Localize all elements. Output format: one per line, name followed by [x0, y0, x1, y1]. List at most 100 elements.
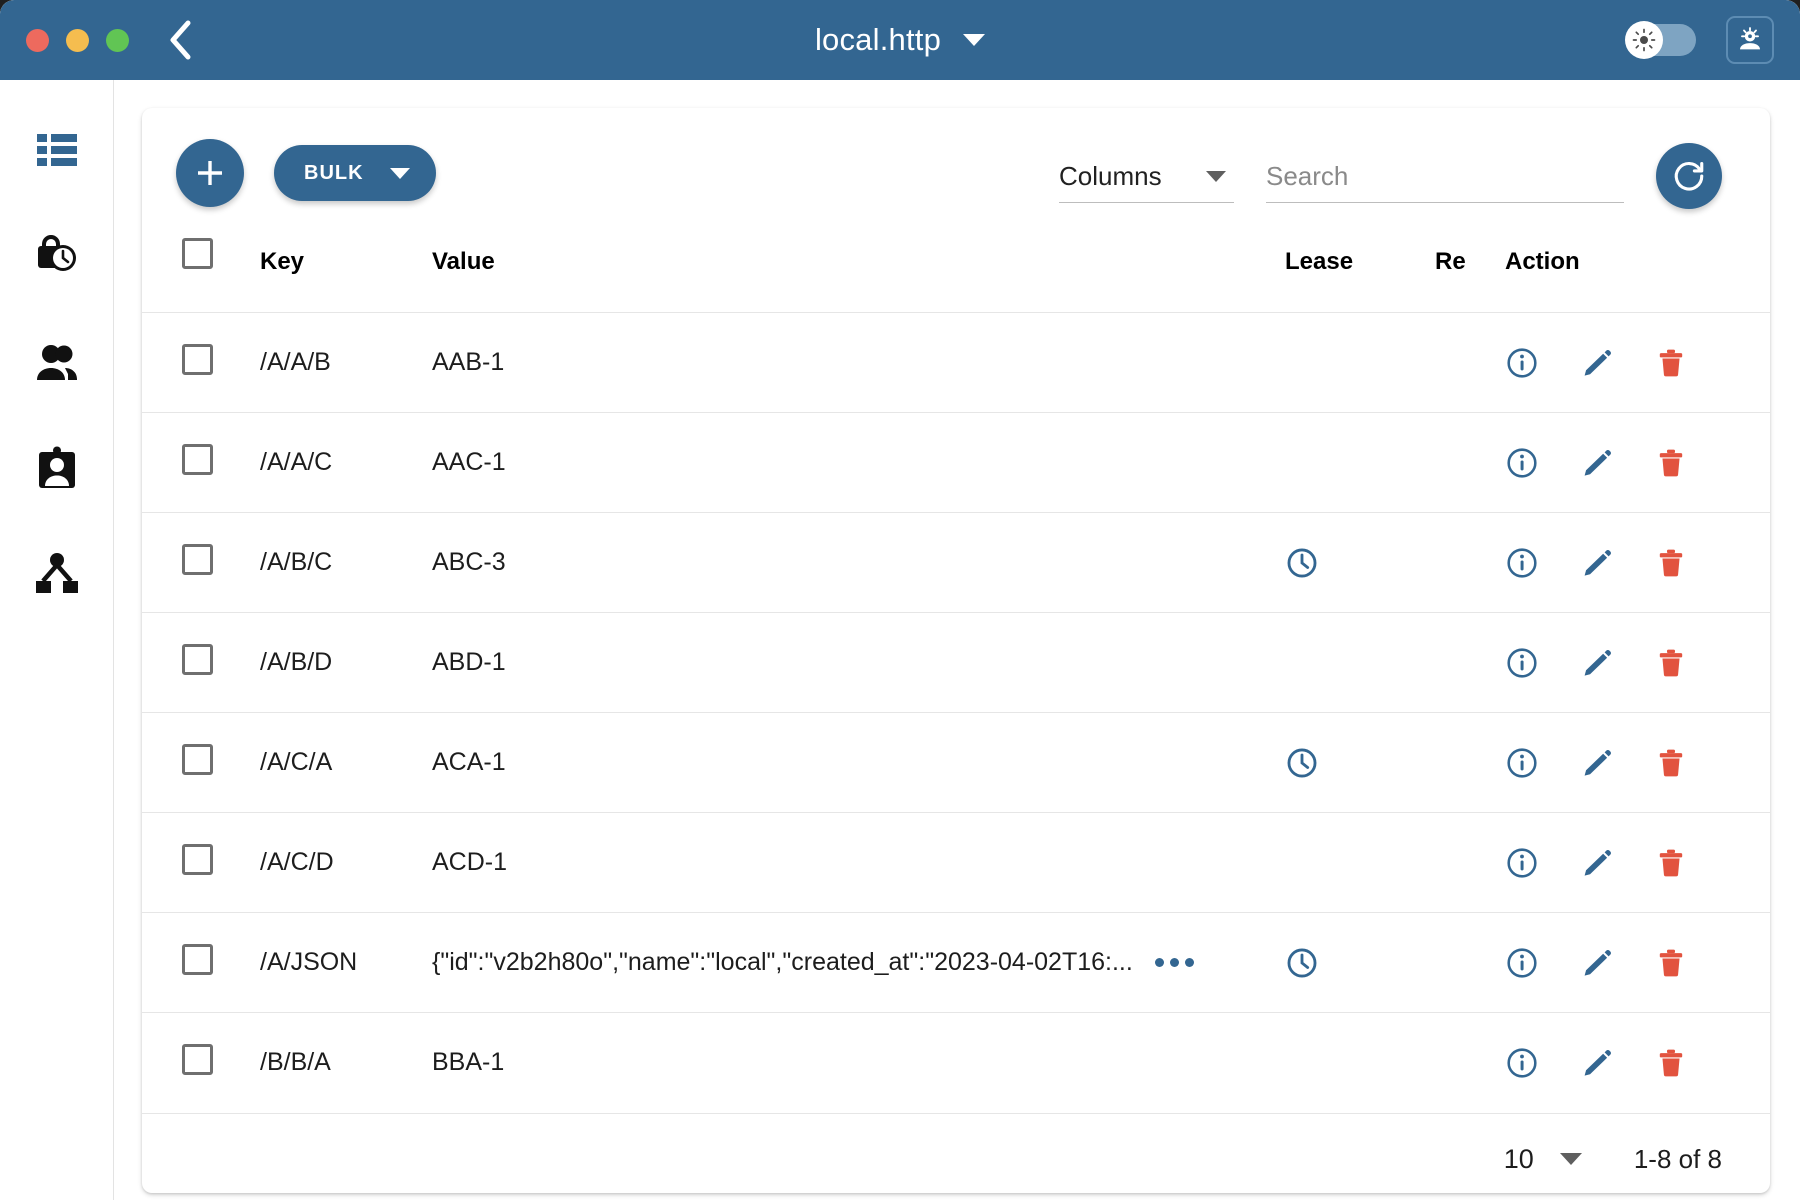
- column-header-lease[interactable]: Lease: [1285, 238, 1435, 313]
- trash-icon: [1659, 949, 1683, 976]
- keys-table: Key Value Lease Re Action /A/A/B AAB-1/A/…: [142, 238, 1770, 1113]
- ellipsis-icon[interactable]: [1154, 958, 1194, 967]
- table-toolbar: BULK Columns Search: [142, 108, 1770, 238]
- row-checkbox[interactable]: [182, 443, 213, 475]
- table-row[interactable]: /A/B/D ABD-1: [142, 612, 1770, 713]
- bulk-label: BULK: [304, 161, 364, 184]
- cell-lease: [1285, 913, 1435, 1013]
- refresh-button[interactable]: [1656, 143, 1722, 209]
- cell-re: [1435, 413, 1505, 513]
- app-window: local.http BULK Columns Search Key Value…: [0, 0, 1800, 1200]
- row-info-button[interactable]: [1505, 846, 1539, 880]
- row-delete-button[interactable]: [1655, 746, 1687, 780]
- row-select-cell: [142, 413, 260, 513]
- column-header-re[interactable]: Re: [1435, 238, 1505, 313]
- row-info-button[interactable]: [1505, 1046, 1539, 1080]
- table-row[interactable]: /A/JSON {"id":"v2b2h80o","name":"local","…: [142, 912, 1770, 1013]
- row-select-cell: [142, 1013, 260, 1113]
- row-info-button[interactable]: [1505, 946, 1539, 980]
- column-header-key[interactable]: Key: [260, 238, 432, 313]
- row-checkbox[interactable]: [182, 643, 213, 675]
- rows-per-page-value: 10: [1503, 1143, 1534, 1174]
- cell-key: /A/B/C: [260, 548, 333, 576]
- cell-value: ABC-3: [432, 513, 1285, 613]
- cell-value: AAB-1: [432, 313, 1285, 413]
- row-delete-button[interactable]: [1655, 646, 1687, 680]
- chevron-down-icon[interactable]: [963, 34, 986, 46]
- table-head: Key Value Lease Re Action: [142, 238, 1770, 313]
- row-edit-button[interactable]: [1581, 447, 1613, 479]
- table-row[interactable]: /A/C/D ACD-1: [142, 812, 1770, 913]
- search-input[interactable]: Search: [1266, 161, 1348, 192]
- row-edit-button[interactable]: [1581, 1047, 1613, 1079]
- theme-toggle[interactable]: [1625, 21, 1696, 59]
- rows-per-page-select[interactable]: 10: [1504, 1144, 1582, 1175]
- cell-value-text: ACD-1: [432, 848, 508, 876]
- table-row[interactable]: /A/B/C ABC-3: [142, 512, 1770, 613]
- cell-lease: [1285, 313, 1435, 413]
- row-info-button[interactable]: [1505, 446, 1539, 480]
- app-body: BULK Columns Search Key Value Lease Re A…: [0, 80, 1800, 1200]
- row-edit-button[interactable]: [1581, 547, 1613, 579]
- select-all-checkbox[interactable]: [182, 238, 213, 269]
- row-info-button[interactable]: [1505, 546, 1539, 580]
- row-checkbox[interactable]: [182, 843, 213, 875]
- sidebar-item-cluster[interactable]: [29, 546, 85, 602]
- sidebar-item-users[interactable]: [29, 334, 85, 390]
- table-row[interactable]: /A/A/C AAC-1: [142, 412, 1770, 513]
- row-delete-button[interactable]: [1655, 346, 1687, 380]
- row-edit-button[interactable]: [1581, 647, 1613, 679]
- row-select-cell: [142, 813, 260, 913]
- row-edit-button[interactable]: [1581, 947, 1613, 979]
- cell-value: ACD-1: [432, 813, 1285, 913]
- table-row[interactable]: /A/A/B AAB-1: [142, 312, 1770, 413]
- cell-action: [1505, 713, 1770, 813]
- pencil-icon: [1584, 849, 1611, 876]
- row-info-button[interactable]: [1505, 646, 1539, 680]
- sun-icon: [1625, 21, 1663, 59]
- page-title: local.http: [814, 22, 942, 57]
- search-field[interactable]: Search: [1266, 161, 1624, 203]
- row-info-button[interactable]: [1505, 746, 1539, 780]
- row-delete-button[interactable]: [1655, 946, 1687, 980]
- row-delete-button[interactable]: [1655, 446, 1687, 480]
- row-edit-button[interactable]: [1581, 847, 1613, 879]
- maximize-window-button[interactable]: [106, 28, 129, 52]
- cell-value: BBA-1: [432, 1013, 1285, 1113]
- cell-value-text: {"id":"v2b2h80o","name":"local","created…: [432, 948, 1133, 976]
- minimize-window-button[interactable]: [66, 28, 89, 52]
- user-avatar-button[interactable]: [1726, 16, 1774, 64]
- cell-key: /A/JSON: [260, 948, 358, 976]
- sidebar-item-leases[interactable]: [29, 228, 85, 284]
- table-row[interactable]: /B/B/A BBA-1: [142, 1012, 1770, 1113]
- sidebar-item-keys[interactable]: [29, 122, 85, 178]
- row-delete-button[interactable]: [1655, 1046, 1687, 1080]
- row-info-button[interactable]: [1505, 346, 1539, 380]
- row-delete-button[interactable]: [1655, 546, 1687, 580]
- trash-icon: [1659, 549, 1683, 576]
- pencil-icon: [1584, 449, 1611, 476]
- cell-key: /A/A/B: [260, 348, 331, 376]
- trash-icon: [1659, 749, 1683, 776]
- table-row[interactable]: /A/C/A ACA-1: [142, 712, 1770, 813]
- keys-card: BULK Columns Search Key Value Lease Re A…: [142, 108, 1770, 1193]
- trash-icon: [1659, 449, 1683, 476]
- column-header-value[interactable]: Value: [432, 238, 1285, 313]
- row-checkbox[interactable]: [182, 343, 213, 375]
- row-edit-button[interactable]: [1581, 347, 1613, 379]
- trash-icon: [1659, 849, 1683, 876]
- add-key-button[interactable]: [176, 139, 244, 207]
- cell-key: /B/B/A: [260, 1048, 331, 1077]
- sidebar-item-roles[interactable]: [29, 440, 85, 496]
- row-checkbox[interactable]: [182, 943, 213, 975]
- row-checkbox[interactable]: [182, 1043, 213, 1075]
- columns-select[interactable]: Columns: [1059, 161, 1234, 203]
- row-delete-button[interactable]: [1655, 846, 1687, 880]
- chevron-left-icon[interactable]: [165, 20, 195, 60]
- row-edit-button[interactable]: [1581, 747, 1613, 779]
- row-checkbox[interactable]: [182, 743, 213, 775]
- info-circle-icon: [1507, 347, 1537, 378]
- close-window-button[interactable]: [26, 28, 49, 52]
- row-checkbox[interactable]: [182, 543, 213, 575]
- bulk-actions-button[interactable]: BULK: [274, 145, 436, 201]
